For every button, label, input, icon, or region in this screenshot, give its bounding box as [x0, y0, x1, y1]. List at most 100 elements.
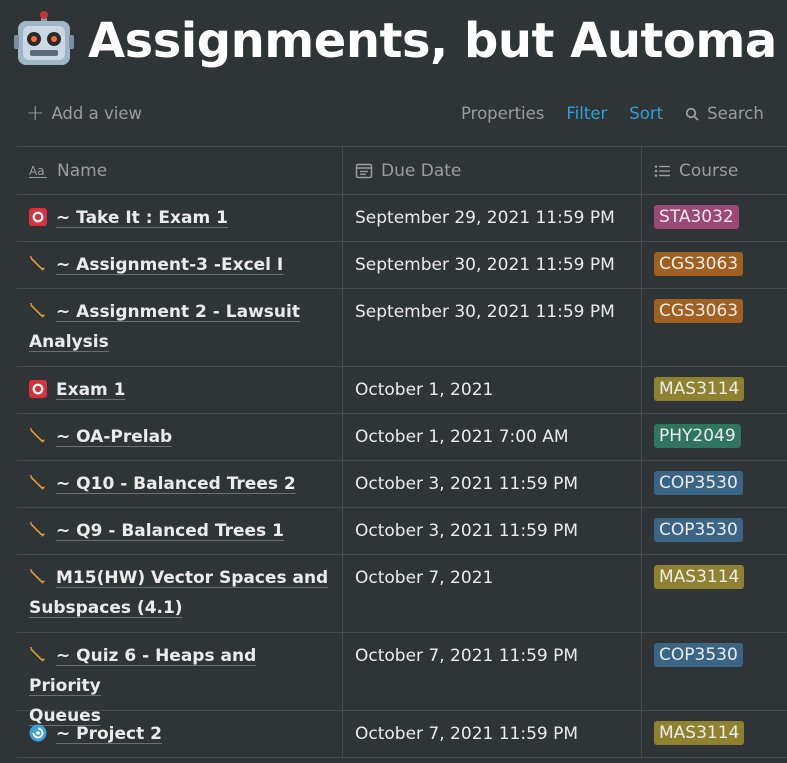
- due-date-cell[interactable]: October 7, 2021 11:59 PM: [343, 633, 642, 710]
- sort-button[interactable]: Sort: [629, 104, 663, 123]
- add-view-label: Add a view: [51, 104, 142, 123]
- page-link[interactable]: ~ Q9 - Balanced Trees 1: [56, 521, 284, 541]
- course-tag: STA3032: [654, 205, 739, 229]
- table-row[interactable]: ~ Quiz 6 - Heaps and Priority Queues Octob…: [17, 633, 787, 726]
- page-link-line: ~ Quiz 6 - Heaps and Priority: [29, 646, 257, 696]
- table-row[interactable]: ~ Take It : Exam 1 September 29, 2021 11:…: [17, 195, 787, 242]
- filter-button[interactable]: Filter: [566, 104, 607, 123]
- robot-icon[interactable]: [14, 11, 74, 71]
- page-link[interactable]: M15(HW) Vector Spaces and Subspaces (4.1): [29, 568, 328, 618]
- page-link[interactable]: ~ Project 2: [56, 724, 162, 744]
- due-date-cell[interactable]: October 3, 2021 11:59 PM: [343, 461, 642, 507]
- course-cell[interactable]: CGS3063: [642, 242, 787, 288]
- course-cell[interactable]: COP3530: [642, 508, 787, 554]
- name-cell[interactable]: ~ Assignment-3 -Excel I: [17, 242, 343, 288]
- course-cell[interactable]: STA3032: [642, 195, 787, 241]
- cyclone-icon: [29, 724, 47, 742]
- course-tag: COP3530: [654, 518, 743, 542]
- course-cell[interactable]: PHY2049: [642, 414, 787, 460]
- due-date-cell[interactable]: October 1, 2021: [343, 367, 642, 413]
- column-header-due-date[interactable]: Due Date: [343, 147, 642, 194]
- table-row[interactable]: ~ OA-Prelab October 1, 2021 7:00 AM PHY204…: [17, 414, 787, 461]
- course-tag: PHY2049: [654, 424, 741, 448]
- table-row[interactable]: ~ Assignment 2 - Lawsuit Analysis Septembe…: [17, 289, 787, 367]
- page-link[interactable]: ~ Assignment-3 -Excel I: [56, 255, 283, 275]
- due-date-cell[interactable]: October 7, 2021 11:59 PM: [343, 711, 642, 757]
- text-property-icon: Aa: [29, 164, 47, 178]
- search-button[interactable]: Search: [685, 104, 786, 123]
- course-cell[interactable]: MAS3114: [642, 555, 787, 632]
- due-date-value: October 3, 2021 11:59 PM: [355, 474, 579, 494]
- column-label: Course: [679, 160, 739, 181]
- page-link-line: ~ Assignment 2 - Lawsuit: [56, 302, 300, 322]
- column-label: Due Date: [381, 160, 462, 181]
- name-cell[interactable]: ~ OA-Prelab: [17, 414, 343, 460]
- page-link[interactable]: Exam 1: [56, 380, 126, 400]
- due-date-cell[interactable]: October 3, 2021 11:59 PM: [343, 508, 642, 554]
- course-tag: CGS3063: [654, 299, 744, 323]
- add-view-button[interactable]: + Add a view: [26, 100, 142, 126]
- table-header: Aa Name Due Date Course: [17, 147, 787, 195]
- table-body: ~ Take It : Exam 1 September 29, 2021 11:…: [17, 195, 787, 758]
- due-date-value: October 1, 2021: [355, 380, 494, 400]
- due-date-value: October 7, 2021 11:59 PM: [355, 646, 579, 666]
- table-row[interactable]: ~ Q9 - Balanced Trees 1 October 3, 2021 1…: [17, 508, 787, 555]
- page-link[interactable]: ~ OA-Prelab: [56, 427, 172, 447]
- due-date-value: September 29, 2021 11:59 PM: [355, 208, 615, 228]
- due-date-value: October 1, 2021 7:00 AM: [355, 427, 569, 447]
- o-button-icon: [29, 380, 47, 398]
- due-date-cell[interactable]: October 1, 2021 7:00 AM: [343, 414, 642, 460]
- name-cell[interactable]: ~ Q9 - Balanced Trees 1: [17, 508, 343, 554]
- page-link[interactable]: ~ Take It : Exam 1: [56, 208, 228, 228]
- course-cell[interactable]: CGS3063: [642, 289, 787, 366]
- pencil-icon: [29, 568, 47, 586]
- course-cell[interactable]: COP3530: [642, 633, 787, 710]
- list-property-icon: [654, 164, 670, 177]
- table-row[interactable]: ~ Q10 - Balanced Trees 2 October 3, 2021 …: [17, 461, 787, 508]
- calendar-icon: [355, 163, 373, 179]
- pencil-icon: [29, 474, 47, 492]
- name-cell[interactable]: ~ Project 2: [17, 711, 343, 757]
- due-date-value: October 7, 2021: [355, 568, 494, 588]
- table-row[interactable]: Exam 1 October 1, 2021 MAS3114: [17, 367, 787, 414]
- name-cell[interactable]: ~ Q10 - Balanced Trees 2: [17, 461, 343, 507]
- table-row[interactable]: ~ Project 2 October 7, 2021 11:59 PM MAS31…: [17, 711, 787, 758]
- o-button-icon: [29, 208, 47, 226]
- database-table: Aa Name Due Date Course ~ Take It: Exam…: [17, 146, 787, 758]
- table-row[interactable]: M15(HW) Vector Spaces and Subspaces (4.1)…: [17, 555, 787, 633]
- name-cell[interactable]: Exam 1: [17, 367, 343, 413]
- page-link[interactable]: ~ Q10 - Balanced Trees 2: [56, 474, 296, 494]
- due-date-cell[interactable]: October 7, 2021: [343, 555, 642, 632]
- column-header-course[interactable]: Course: [642, 147, 787, 194]
- page-header: Assignments, but Automa: [14, 6, 777, 76]
- column-header-name[interactable]: Aa Name: [17, 147, 343, 194]
- svg-text:Aa: Aa: [29, 164, 45, 178]
- page-link-line: Subspaces (4.1): [29, 598, 183, 618]
- course-cell[interactable]: MAS3114: [642, 367, 787, 413]
- plus-icon: +: [26, 100, 45, 126]
- course-tag: COP3530: [654, 471, 743, 495]
- name-cell[interactable]: ~ Quiz 6 - Heaps and Priority Queues: [17, 633, 343, 726]
- view-toolbar: + Add a view Properties Filter Sort Sear…: [0, 96, 787, 134]
- pencil-icon: [29, 427, 47, 445]
- course-cell[interactable]: COP3530: [642, 461, 787, 507]
- course-tag: MAS3114: [654, 565, 745, 589]
- name-cell[interactable]: ~ Take It : Exam 1: [17, 195, 343, 241]
- properties-button[interactable]: Properties: [461, 104, 544, 123]
- search-label: Search: [707, 104, 764, 123]
- search-icon: [685, 107, 699, 121]
- page-link-line: M15(HW) Vector Spaces and: [56, 568, 329, 588]
- due-date-value: October 7, 2021 11:59 PM: [355, 724, 579, 744]
- due-date-cell[interactable]: September 29, 2021 11:59 PM: [343, 195, 642, 241]
- name-cell[interactable]: ~ Assignment 2 - Lawsuit Analysis: [17, 289, 343, 366]
- due-date-cell[interactable]: September 30, 2021 11:59 PM: [343, 289, 642, 366]
- course-tag: MAS3114: [654, 377, 745, 401]
- due-date-cell[interactable]: September 30, 2021 11:59 PM: [343, 242, 642, 288]
- pencil-icon: [29, 521, 47, 539]
- course-cell[interactable]: MAS3114: [642, 711, 787, 757]
- due-date-value: September 30, 2021 11:59 PM: [355, 255, 615, 275]
- name-cell[interactable]: M15(HW) Vector Spaces and Subspaces (4.1): [17, 555, 343, 632]
- due-date-value: September 30, 2021 11:59 PM: [355, 302, 615, 322]
- page-link[interactable]: ~ Assignment 2 - Lawsuit Analysis: [29, 302, 300, 352]
- table-row[interactable]: ~ Assignment-3 -Excel I September 30, 202…: [17, 242, 787, 289]
